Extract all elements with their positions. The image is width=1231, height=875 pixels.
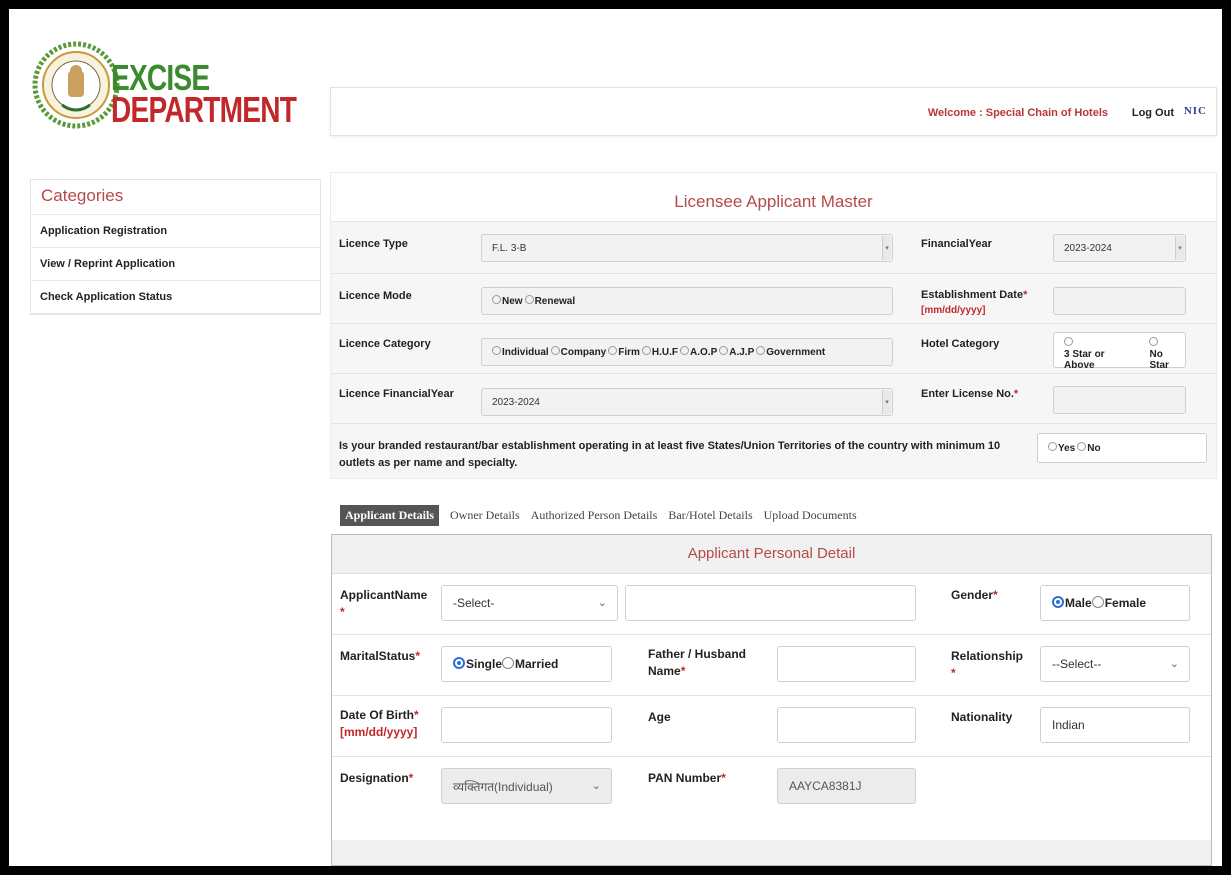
department-logo: EXCISE DEPARTMENT: [27, 29, 297, 139]
licence-type-select[interactable]: F.L. 3-B ▾: [481, 234, 893, 262]
radio-huf[interactable]: [641, 345, 651, 355]
radio-no-star[interactable]: [1149, 336, 1159, 346]
detail-tabs: Applicant Details Owner Details Authoriz…: [340, 505, 865, 526]
sidebar-item-check-status[interactable]: Check Application Status: [31, 281, 320, 314]
radio-individual[interactable]: [492, 345, 501, 355]
row-dob: Date Of Birth* [mm/dd/yyyy] Age Nationali…: [332, 695, 1211, 757]
radio-married[interactable]: [502, 657, 515, 669]
top-bar: Welcome : Special Chain of Hotels Log Ou…: [330, 87, 1217, 136]
radio-new[interactable]: [492, 294, 501, 304]
tab-upload-documents[interactable]: Upload Documents: [764, 508, 857, 523]
pan-input[interactable]: AAYCA8381J: [777, 768, 916, 804]
age-label: Age: [648, 710, 671, 724]
sidebar-title: Categories: [31, 180, 320, 215]
gender-label: Gender*: [951, 588, 998, 602]
state-emblem-icon: [32, 41, 120, 129]
chevron-down-icon: ⌄: [1169, 658, 1179, 670]
chevron-down-icon: ⌄: [591, 780, 601, 792]
radio-3-star[interactable]: [1064, 336, 1073, 346]
licence-type-label: Licence Type: [339, 238, 408, 250]
license-no-label: Enter License No.*: [921, 388, 1019, 400]
select-arrow-icon: ▾: [882, 236, 891, 260]
financial-year-label: FinancialYear: [921, 238, 992, 250]
tab-bar-hotel-details[interactable]: Bar/Hotel Details: [668, 508, 752, 523]
row-marital-status: MaritalStatus* Single Married Father / H…: [332, 634, 1211, 696]
radio-company[interactable]: [550, 345, 560, 355]
radio-renewal[interactable]: [524, 294, 534, 304]
row-licence-type: Licence Type F.L. 3-B ▾ FinancialYear 20…: [331, 221, 1216, 274]
applicant-detail-panel: Applicant Personal Detail ApplicantName *…: [331, 534, 1212, 866]
row-licence-mode: Licence Mode New Renewal Establishment D…: [331, 273, 1216, 324]
panel-footer-strip: [332, 840, 1211, 865]
father-husband-label: Father / Husband Name*: [648, 647, 747, 678]
radio-government[interactable]: [756, 345, 766, 355]
relationship-label: Relationship *: [951, 649, 1024, 680]
master-title: Licensee Applicant Master: [331, 173, 1216, 222]
row-designation: Designation* व्यक्तिगत(Individual) ⌄ PAN…: [332, 756, 1211, 817]
marital-status-radio-group: Single Married: [441, 646, 612, 682]
license-no-input[interactable]: [1053, 386, 1186, 414]
relationship-select[interactable]: --Select-- ⌄: [1040, 646, 1190, 682]
radio-no[interactable]: [1077, 441, 1087, 451]
logout-link[interactable]: Log Out: [1132, 107, 1174, 119]
radio-firm[interactable]: [608, 345, 618, 355]
chevron-down-icon: ⌄: [597, 597, 607, 609]
radio-male[interactable]: [1052, 596, 1064, 608]
applicant-name-input[interactable]: [625, 585, 916, 621]
designation-label: Designation*: [340, 771, 414, 785]
row-licence-fy: Licence FinancialYear 2023-2024 ▾ Enter …: [331, 373, 1216, 424]
financial-year-select[interactable]: 2023-2024 ▾: [1053, 234, 1186, 262]
welcome-text: Welcome : Special Chain of Hotels: [927, 107, 1108, 119]
licence-mode-label: Licence Mode: [339, 290, 412, 302]
detail-title: Applicant Personal Detail: [332, 535, 1211, 574]
father-husband-input[interactable]: [777, 646, 916, 682]
licence-fy-label: Licence FinancialYear: [339, 388, 454, 400]
row-branded-question: Is your branded restaurant/bar establish…: [331, 423, 1216, 479]
tab-owner-details[interactable]: Owner Details: [450, 508, 520, 523]
branded-question-radio-group: Yes No: [1037, 433, 1207, 463]
licence-fy-select[interactable]: 2023-2024 ▾: [481, 388, 893, 416]
dob-input[interactable]: [441, 707, 612, 743]
branded-question-label: Is your branded restaurant/bar establish…: [339, 440, 1001, 469]
radio-single[interactable]: [453, 657, 465, 669]
select-arrow-icon: ▾: [882, 390, 891, 414]
sidebar-item-view-reprint[interactable]: View / Reprint Application: [31, 248, 320, 281]
hotel-category-label: Hotel Category: [921, 338, 1000, 350]
tab-authorized-person-details[interactable]: Authorized Person Details: [531, 508, 658, 523]
designation-select[interactable]: व्यक्तिगत(Individual) ⌄: [441, 768, 612, 804]
radio-female[interactable]: [1091, 596, 1104, 608]
marital-status-label: MaritalStatus*: [340, 649, 421, 663]
nationality-label: Nationality: [951, 710, 1013, 724]
select-arrow-icon: ▾: [1175, 236, 1184, 260]
tab-applicant-details[interactable]: Applicant Details: [340, 505, 440, 526]
pan-label: PAN Number*: [648, 771, 726, 785]
nationality-input[interactable]: Indian: [1040, 707, 1190, 743]
dob-label: Date Of Birth* [mm/dd/yyyy]: [340, 708, 419, 739]
age-input[interactable]: [777, 707, 916, 743]
row-licence-category: Licence Category Individual Company Firm…: [331, 323, 1216, 374]
sidebar-item-application-registration[interactable]: Application Registration: [31, 215, 320, 248]
licensee-master-panel: Licensee Applicant Master Licence Type F…: [330, 172, 1217, 479]
nic-logo: NIC: [1183, 105, 1207, 117]
hotel-category-radio-group: 3 Star or Above No Star: [1053, 332, 1186, 371]
radio-ajp[interactable]: [719, 345, 729, 355]
radio-yes[interactable]: [1048, 441, 1057, 451]
gender-radio-group: Male Female: [1040, 585, 1190, 621]
sidebar: Categories Application Registration View…: [30, 179, 321, 315]
establishment-date-input[interactable]: [1053, 287, 1186, 315]
applicant-name-select[interactable]: -Select- ⌄: [441, 585, 618, 621]
brand-line-department: DEPARTMENT: [111, 89, 297, 130]
licence-category-radio-group: Individual Company Firm H.U.F A.O.P A.J.…: [481, 338, 893, 366]
licence-mode-radio-group: New Renewal: [481, 287, 893, 315]
applicant-name-label: ApplicantName *: [340, 588, 428, 619]
row-applicant-name: ApplicantName * -Select- ⌄ Gender* Male F…: [332, 573, 1211, 635]
page-frame: EXCISE DEPARTMENT Welcome : Special Chai…: [9, 9, 1222, 866]
radio-aop[interactable]: [680, 345, 690, 355]
establishment-date-label: Establishment Date* [mm/dd/yyyy]: [921, 289, 1028, 316]
licence-category-label: Licence Category: [339, 338, 431, 350]
